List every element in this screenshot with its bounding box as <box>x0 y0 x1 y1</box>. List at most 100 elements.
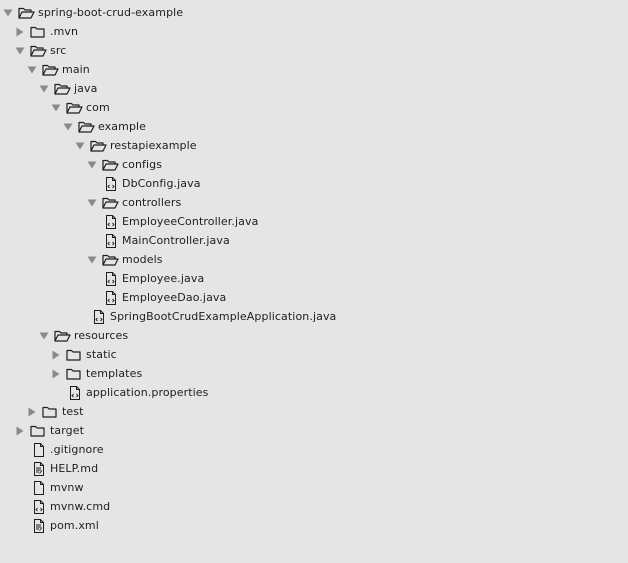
folder-icon <box>30 22 45 41</box>
tree-item-label: MainController.java <box>122 234 230 247</box>
code-file-icon <box>105 288 117 307</box>
chevron-down-icon[interactable] <box>38 326 50 345</box>
tree-item-label: restapiexample <box>110 139 197 152</box>
folder-open-icon <box>54 79 71 98</box>
tree-item-label: templates <box>86 367 143 380</box>
chevron-down-icon[interactable] <box>74 136 86 155</box>
tree-folder-row[interactable]: templates <box>0 364 628 383</box>
tree-file-row[interactable]: mvnw <box>0 478 628 497</box>
folder-open-icon <box>90 136 107 155</box>
tree-file-row[interactable]: MainController.java <box>0 231 628 250</box>
folder-icon <box>66 364 81 383</box>
folder-open-icon <box>54 326 71 345</box>
chevron-down-icon[interactable] <box>62 117 74 136</box>
folder-open-icon <box>102 155 119 174</box>
tree-file-row[interactable]: pom.xml <box>0 516 628 535</box>
chevron-down-icon[interactable] <box>86 250 98 269</box>
tree-folder-row[interactable]: java <box>0 79 628 98</box>
tree-folder-row[interactable]: .mvn <box>0 22 628 41</box>
tree-file-row[interactable]: .gitignore <box>0 440 628 459</box>
tree-item-label: main <box>62 63 90 76</box>
tree-item-label: Employee.java <box>122 272 205 285</box>
tree-item-label: java <box>74 82 98 95</box>
tree-item-label: pom.xml <box>50 519 99 532</box>
folder-open-icon <box>102 250 119 269</box>
tree-item-label: com <box>86 101 110 114</box>
chevron-down-icon[interactable] <box>86 193 98 212</box>
tree-file-row[interactable]: application.properties <box>0 383 628 402</box>
chevron-down-icon[interactable] <box>14 41 26 60</box>
tree-item-label: .mvn <box>50 25 79 38</box>
chevron-right-icon[interactable] <box>14 421 26 440</box>
tree-item-label: test <box>62 405 84 418</box>
tree-item-label: HELP.md <box>50 462 99 475</box>
tree-folder-row[interactable]: restapiexample <box>0 136 628 155</box>
tree-item-label: application.properties <box>86 386 209 399</box>
folder-open-icon <box>30 41 47 60</box>
chevron-down-icon[interactable] <box>50 98 62 117</box>
chevron-right-icon[interactable] <box>50 364 62 383</box>
tree-item-label: spring-boot-crud-example <box>38 6 184 19</box>
chevron-right-icon[interactable] <box>26 402 38 421</box>
folder-open-icon <box>42 60 59 79</box>
tree-folder-row[interactable]: main <box>0 60 628 79</box>
tree-folder-row[interactable]: com <box>0 98 628 117</box>
code-file-icon <box>93 307 105 326</box>
chevron-down-icon[interactable] <box>26 60 38 79</box>
folder-open-icon <box>18 3 35 22</box>
tree-folder-row[interactable]: target <box>0 421 628 440</box>
tree-folder-row[interactable]: models <box>0 250 628 269</box>
tree-folder-row[interactable]: spring-boot-crud-example <box>0 3 628 22</box>
tree-item-label: models <box>122 253 163 266</box>
tree-item-label: EmployeeController.java <box>122 215 259 228</box>
tree-item-label: mvnw <box>50 481 84 494</box>
tree-file-row[interactable]: mvnw.cmd <box>0 497 628 516</box>
tree-folder-row[interactable]: static <box>0 345 628 364</box>
tree-folder-row[interactable]: test <box>0 402 628 421</box>
tree-file-row[interactable]: EmployeeController.java <box>0 212 628 231</box>
chevron-right-icon[interactable] <box>50 345 62 364</box>
plain-file-icon <box>33 440 45 459</box>
tree-folder-row[interactable]: controllers <box>0 193 628 212</box>
code-file-icon <box>69 383 81 402</box>
tree-item-label: target <box>50 424 85 437</box>
tree-item-label: mvnw.cmd <box>50 500 111 513</box>
tree-folder-row[interactable]: example <box>0 117 628 136</box>
code-file-icon <box>105 269 117 288</box>
tree-file-row[interactable]: Employee.java <box>0 269 628 288</box>
code-file-icon <box>105 174 117 193</box>
folder-icon <box>30 421 45 440</box>
chevron-right-icon[interactable] <box>14 22 26 41</box>
chevron-down-icon[interactable] <box>86 155 98 174</box>
folder-open-icon <box>78 117 95 136</box>
code-file-icon <box>105 212 117 231</box>
tree-file-row[interactable]: DbConfig.java <box>0 174 628 193</box>
tree-file-row[interactable]: SpringBootCrudExampleApplication.java <box>0 307 628 326</box>
tree-item-label: resources <box>74 329 129 342</box>
tree-item-label: src <box>50 44 67 57</box>
plain-file-icon <box>33 478 45 497</box>
tree-item-label: example <box>98 120 147 133</box>
code-file-icon <box>33 497 45 516</box>
folder-icon <box>66 345 81 364</box>
tree-folder-row[interactable]: configs <box>0 155 628 174</box>
tree-item-label: DbConfig.java <box>122 177 201 190</box>
tree-file-row[interactable]: HELP.md <box>0 459 628 478</box>
folder-icon <box>42 402 57 421</box>
tree-item-label: SpringBootCrudExampleApplication.java <box>110 310 337 323</box>
chevron-down-icon[interactable] <box>2 3 14 22</box>
tree-folder-row[interactable]: src <box>0 41 628 60</box>
text-file-icon <box>33 459 45 478</box>
tree-item-label: static <box>86 348 117 361</box>
folder-open-icon <box>102 193 119 212</box>
chevron-down-icon[interactable] <box>38 79 50 98</box>
code-file-icon <box>105 231 117 250</box>
file-tree: spring-boot-crud-example .mvn src main java c… <box>0 0 628 535</box>
tree-file-row[interactable]: EmployeeDao.java <box>0 288 628 307</box>
tree-folder-row[interactable]: resources <box>0 326 628 345</box>
folder-open-icon <box>66 98 83 117</box>
tree-item-label: controllers <box>122 196 182 209</box>
tree-item-label: EmployeeDao.java <box>122 291 227 304</box>
text-file-icon <box>33 516 45 535</box>
tree-item-label: .gitignore <box>50 443 104 456</box>
